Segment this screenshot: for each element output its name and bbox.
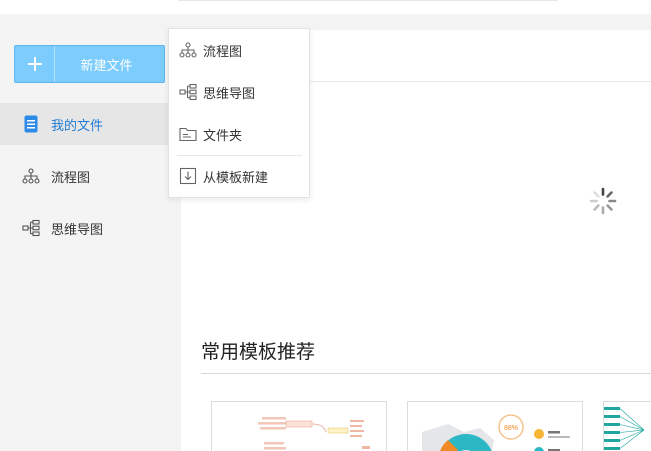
sidebar-item-label: 流程图 (51, 169, 91, 185)
dropdown-item-from-template[interactable]: 从模板新建 (169, 156, 309, 196)
template-card-infographic[interactable]: 88% (407, 401, 583, 451)
new-file-button[interactable]: 新建文件 (14, 45, 165, 83)
folder-icon (179, 125, 197, 143)
new-file-label: 新建文件 (80, 57, 133, 73)
sidebar-item-my-files[interactable]: 我的文件 (0, 103, 181, 145)
template-card-mindmap[interactable] (211, 401, 387, 451)
templates-section-divider (201, 373, 651, 374)
dropdown-item-label: 从模板新建 (203, 169, 269, 185)
loading-spinner-icon (588, 186, 618, 216)
template-import-icon (179, 167, 197, 185)
infographic-thumbnail-icon: 88% (422, 414, 570, 451)
sidebar-item-label: 思维导图 (51, 221, 104, 237)
new-file-dropdown: 流程图 思维导图 文件夹 从模板新建 (168, 28, 310, 198)
sidebar-item-flowchart[interactable]: 流程图 (0, 155, 181, 197)
document-icon (22, 115, 40, 133)
sidebar-item-label: 我的文件 (51, 117, 104, 133)
template-card-flow[interactable] (603, 401, 651, 451)
flowchart-icon (22, 167, 40, 185)
sidebar-item-mindmap[interactable]: 思维导图 (0, 207, 181, 249)
mindmap-icon (179, 83, 197, 101)
dropdown-item-label: 流程图 (203, 43, 243, 59)
dropdown-item-folder[interactable]: 文件夹 (169, 114, 309, 154)
top-bar (0, 0, 651, 14)
mindmap-icon (22, 219, 40, 237)
dropdown-item-flowchart[interactable]: 流程图 (169, 30, 309, 70)
dropdown-item-label: 思维导图 (203, 85, 256, 101)
dropdown-item-label: 文件夹 (203, 127, 243, 143)
templates-section-title: 常用模板推荐 (201, 342, 316, 363)
flowchart-icon (179, 41, 197, 59)
header-strip (0, 14, 651, 30)
dropdown-item-mindmap[interactable]: 思维导图 (169, 72, 309, 112)
plus-icon (15, 46, 55, 82)
flow-thumbnail-icon (604, 407, 645, 450)
infographic-badge: 88% (504, 425, 518, 432)
mindmap-thumbnail-icon (258, 417, 370, 450)
